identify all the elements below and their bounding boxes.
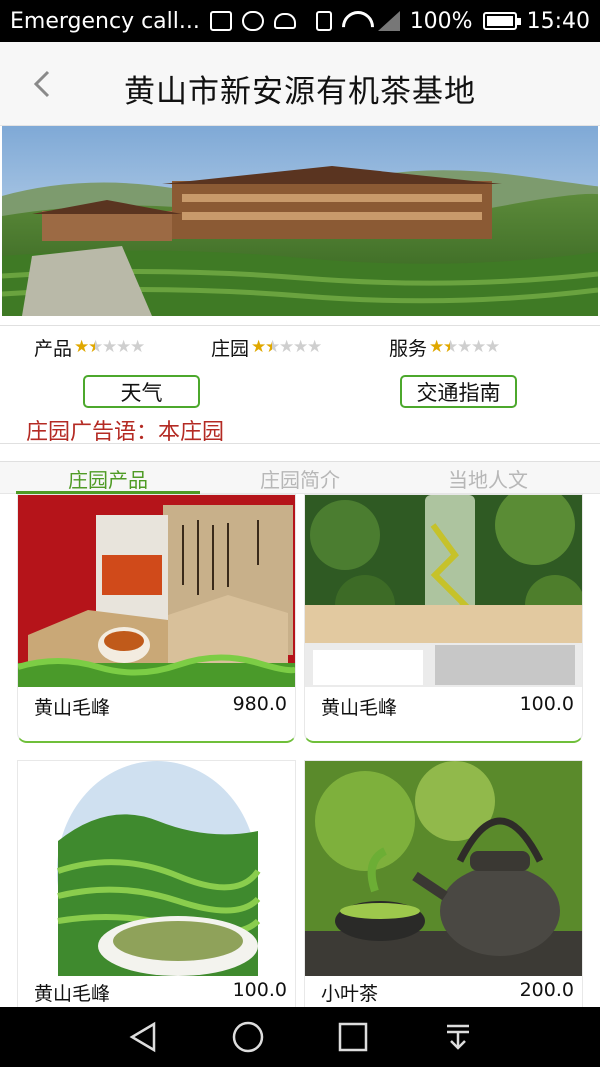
star-empty-icon: ★ [471,337,487,357]
app-screen: Emergency call... 100% 15:40 黄山市新安源有机茶基地 [0,0,600,1067]
tab-estate-intro[interactable]: 庄园简介 [208,464,392,494]
product-card[interactable]: 黄山毛峰 100.0 [304,494,583,743]
tab-bar: 庄园产品 庄园简介 当地人文 [0,461,600,494]
clock: 15:40 [526,8,590,34]
rating-stars: ★ ★ ★ ★ ★ [429,337,501,357]
divider [0,443,600,444]
circle-home-icon [232,1021,263,1053]
rating-stars: ★ ★ ★ ★ ★ [74,337,146,357]
service-rating: 服务 ★ ★ ★ ★ ★ [389,334,501,361]
status-bar: Emergency call... 100% 15:40 [0,0,600,42]
rating-row: 产品 ★ ★ ★ ★ ★ 庄园 ★ ★ ★ ★ ★ 服务 ★ ★ ★ ★ ★ [0,334,600,364]
nav-back-button[interactable] [123,1017,163,1057]
status-left: Emergency call... [10,9,316,34]
product-name: 黄山毛峰 [34,983,111,1005]
nav-home-button[interactable] [228,1017,268,1057]
signal-icon [377,11,400,31]
star-empty-icon: ★ [279,337,295,357]
star-half-icon: ★ [443,337,459,357]
rating-stars: ★ ★ ★ ★ ★ [251,337,323,357]
voicemail-icon [241,11,264,31]
product-price: 980.0 [232,693,287,715]
star-empty-icon: ★ [457,337,473,357]
product-card[interactable]: 小叶茶 200.0 [304,760,583,1007]
header: 黄山市新安源有机茶基地 [0,42,600,126]
traffic-guide-button[interactable]: 交通指南 [400,375,517,408]
rating-label: 庄园 [211,338,250,360]
vibrate-icon [315,11,332,31]
triangle-back-icon [129,1021,155,1053]
product-name: 黄山毛峰 [321,697,398,719]
battery-percent: 100% [409,8,473,34]
star-icon: ★ [251,337,267,357]
star-half-icon: ★ [88,337,104,357]
divider [0,325,600,326]
product-image [305,495,582,687]
pull-down-icon [446,1024,469,1050]
system-nav-bar [0,1007,600,1067]
estate-hero-image [2,126,598,316]
star-empty-icon: ★ [130,337,146,357]
product-meta: 小叶茶 200.0 [305,979,582,1007]
weather-button[interactable]: 天气 [83,375,200,408]
star-empty-icon: ★ [485,337,501,357]
product-meta: 黄山毛峰 980.0 [18,693,295,723]
star-icon: ★ [429,337,445,357]
star-icon: ★ [74,337,90,357]
star-empty-icon: ★ [116,337,132,357]
rating-label: 产品 [34,338,73,360]
product-price: 200.0 [519,979,574,1001]
wifi-icon [342,11,368,31]
product-meta: 黄山毛峰 100.0 [305,693,582,723]
product-meta: 黄山毛峰 100.0 [18,979,295,1007]
page-title: 黄山市新安源有机茶基地 [124,74,476,110]
nav-menu-button[interactable] [438,1017,478,1057]
square-recents-icon [338,1022,367,1052]
tab-local-culture[interactable]: 当地人文 [396,464,580,494]
product-grid: 黄山毛峰 980.0 黄山毛峰 100.0 黄山毛峰 100.0 小叶茶 200… [0,494,600,1007]
product-name: 小叶茶 [321,983,379,1005]
product-name: 黄山毛峰 [34,697,111,719]
product-price: 100.0 [519,693,574,715]
battery-icon [482,12,521,30]
product-price: 100.0 [232,979,287,1001]
product-card[interactable]: 黄山毛峰 100.0 [17,760,296,1007]
product-image [18,495,295,687]
star-empty-icon: ★ [307,337,323,357]
product-card[interactable]: 黄山毛峰 980.0 [17,494,296,743]
product-image [305,761,582,976]
status-right: 100% 15:40 [315,8,590,34]
star-half-icon: ★ [265,337,281,357]
carrier-text: Emergency call... [10,8,200,34]
estate-ad-slogan: 庄园广告语：本庄园 [26,420,225,445]
rating-label: 服务 [389,338,428,360]
product-image [18,761,295,976]
estate-rating: 庄园 ★ ★ ★ ★ ★ [211,334,323,361]
tab-estate-products[interactable]: 庄园产品 [16,464,200,494]
star-empty-icon: ★ [102,337,118,357]
android-icon [273,13,296,29]
product-rating: 产品 ★ ★ ★ ★ ★ [34,334,146,361]
image-icon [209,11,232,31]
star-empty-icon: ★ [293,337,309,357]
nav-recents-button[interactable] [333,1017,373,1057]
